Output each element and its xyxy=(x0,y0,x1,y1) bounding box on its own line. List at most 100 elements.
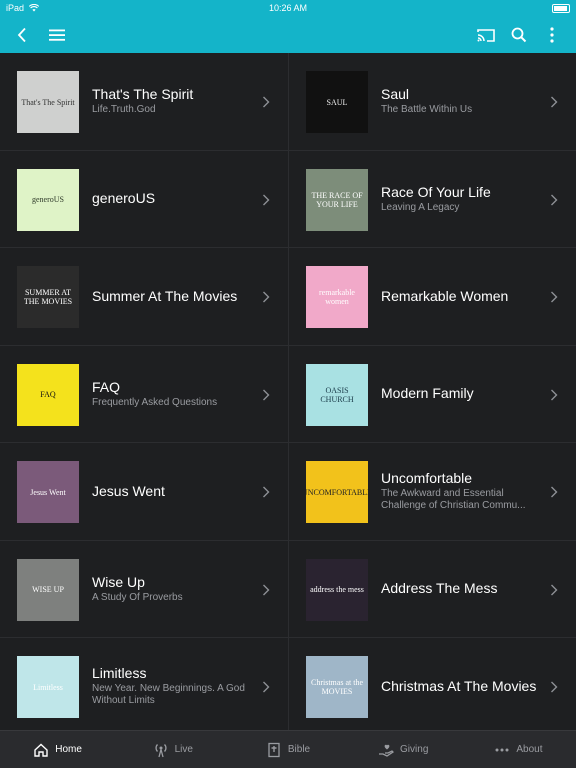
top-nav-bar xyxy=(0,16,576,53)
tab-live[interactable]: Live xyxy=(115,731,230,768)
series-artwork-text: FAQ xyxy=(17,363,79,426)
series-item[interactable]: Christmas at the MOVIES Christmas At The … xyxy=(288,638,576,736)
cast-icon xyxy=(477,29,495,42)
tab-bible[interactable]: Bible xyxy=(230,731,345,768)
series-text: Modern Family xyxy=(381,346,542,443)
chevron-right-icon xyxy=(263,584,270,595)
series-text: Summer At The Movies xyxy=(92,248,254,345)
chevron-right-icon xyxy=(263,486,270,498)
series-item[interactable]: address the mess Address The Mess xyxy=(288,540,576,638)
series-artwork: That's The Spirit xyxy=(17,71,79,133)
series-artwork-text: Limitless xyxy=(17,656,79,718)
series-artwork-text: THE RACE OF YOUR LIFE xyxy=(306,168,368,231)
chevron-right-icon xyxy=(263,194,270,205)
series-item[interactable]: SUMMER AT THE MOVIES Summer At The Movies xyxy=(0,248,288,346)
series-item[interactable]: SAUL Saul The Battle Within Us xyxy=(288,53,576,151)
series-text: generoUS xyxy=(92,151,254,248)
more-vertical-icon xyxy=(550,27,554,43)
chevron-right-icon xyxy=(551,194,558,205)
series-text: Christmas At The Movies xyxy=(381,638,542,735)
series-text: Limitless New Year. New Beginnings. A God… xyxy=(92,638,254,735)
chevron-right-icon xyxy=(551,584,558,595)
series-artwork-text: WISE UP xyxy=(17,558,79,621)
series-artwork: generoUS xyxy=(17,168,79,231)
tab-about[interactable]: About xyxy=(461,731,576,768)
series-item[interactable]: OASIS CHURCH Modern Family xyxy=(288,345,576,443)
menu-button[interactable] xyxy=(44,22,70,48)
series-artwork-text: remarkable women xyxy=(306,266,368,328)
series-subtitle: Frequently Asked Questions xyxy=(92,396,218,408)
series-artwork-text: SAUL xyxy=(306,71,368,133)
series-artwork: SAUL xyxy=(306,71,368,133)
series-title: That's The Spirit xyxy=(92,86,194,103)
series-text: Wise Up A Study Of Proverbs xyxy=(92,541,254,638)
broadcast-icon xyxy=(155,743,167,757)
series-item[interactable]: Limitless Limitless New Year. New Beginnin… xyxy=(0,638,288,736)
search-icon xyxy=(511,27,527,43)
series-text: Saul The Battle Within Us xyxy=(381,53,542,150)
series-item[interactable]: That's The Spirit That's The Spirit Life.T… xyxy=(0,53,288,151)
series-title: Uncomfortable xyxy=(381,470,473,487)
series-text: That's The Spirit Life.Truth.God xyxy=(92,53,254,150)
series-grid: That's The Spirit That's The Spirit Life.T… xyxy=(0,53,576,736)
series-text: Uncomfortable The Awkward and Essential C… xyxy=(381,443,542,540)
tab-giving[interactable]: Giving xyxy=(346,731,461,768)
series-item[interactable]: FAQ FAQ Frequently Asked Questions xyxy=(0,346,288,443)
series-artwork-text: OASIS CHURCH xyxy=(306,363,368,426)
giving-hand-icon xyxy=(379,744,395,757)
more-options-button[interactable] xyxy=(539,22,565,48)
tab-label: Live xyxy=(174,744,193,755)
series-artwork: UNCOMFORTABLE xyxy=(306,461,368,523)
cast-button[interactable] xyxy=(473,22,499,48)
tab-label: About xyxy=(516,744,543,755)
more-horizontal-icon xyxy=(495,748,509,751)
series-artwork: address the mess xyxy=(306,558,368,621)
chevron-left-icon xyxy=(17,27,26,43)
series-title: Remarkable Women xyxy=(381,287,509,304)
series-artwork: FAQ xyxy=(17,363,79,426)
chevron-right-icon xyxy=(263,291,270,303)
series-item[interactable]: THE RACE OF YOUR LIFE Race Of Your Life Le… xyxy=(288,150,576,248)
tab-label: Bible xyxy=(287,744,311,755)
chevron-right-icon xyxy=(551,96,558,108)
bottom-tab-bar: Home Live Bible Giving About xyxy=(0,730,576,768)
series-item[interactable]: remarkable women Remarkable Women xyxy=(288,248,576,346)
series-title: Race Of Your Life xyxy=(381,183,491,200)
series-artwork-text: That's The Spirit xyxy=(17,71,79,133)
series-title: Wise Up xyxy=(92,573,145,590)
chevron-right-icon xyxy=(551,486,558,498)
bible-icon xyxy=(268,742,280,757)
series-artwork: Limitless xyxy=(17,656,79,718)
search-button[interactable] xyxy=(506,22,532,48)
series-title: Modern Family xyxy=(381,385,474,402)
home-icon xyxy=(34,743,48,757)
series-subtitle: Leaving A Legacy xyxy=(381,201,460,213)
series-title: Summer At The Movies xyxy=(92,287,238,304)
series-item[interactable]: generoUS generoUS xyxy=(0,151,288,248)
series-artwork-text: SUMMER AT THE MOVIES xyxy=(17,266,79,328)
series-item[interactable]: UNCOMFORTABLEUncomfortableThe Awkward an… xyxy=(288,443,576,541)
series-item[interactable]: Jesus Went Jesus Went xyxy=(0,443,288,541)
series-text: Address The Mess xyxy=(381,541,542,638)
chevron-right-icon xyxy=(551,389,558,400)
series-subtitle: The Awkward and Essential Challenge of C… xyxy=(381,488,526,512)
series-item[interactable]: WISE UP Wise Up A Study Of Proverbs xyxy=(0,541,288,638)
series-title: Saul xyxy=(381,86,410,103)
status-bar: iPad 10:26 AM xyxy=(0,0,576,16)
series-title: Christmas At The Movies xyxy=(381,677,537,694)
series-subtitle: A Study Of Proverbs xyxy=(92,591,183,603)
series-text: Remarkable Women xyxy=(381,248,542,345)
chevron-right-icon xyxy=(551,681,558,693)
hamburger-icon xyxy=(49,29,65,41)
series-artwork-text: address the mess xyxy=(306,558,368,621)
status-time: 10:26 AM xyxy=(268,3,308,13)
tab-home[interactable]: Home xyxy=(0,731,115,768)
series-subtitle: The Battle Within Us xyxy=(381,104,473,116)
series-artwork: Jesus Went xyxy=(17,461,79,523)
series-artwork: remarkable women xyxy=(306,266,368,328)
series-artwork-text: UNCOMFORTABLE xyxy=(306,461,368,523)
chevron-right-icon xyxy=(551,291,558,303)
battery-icon xyxy=(552,4,570,13)
chevron-right-icon xyxy=(263,96,270,108)
back-button[interactable] xyxy=(9,22,35,48)
